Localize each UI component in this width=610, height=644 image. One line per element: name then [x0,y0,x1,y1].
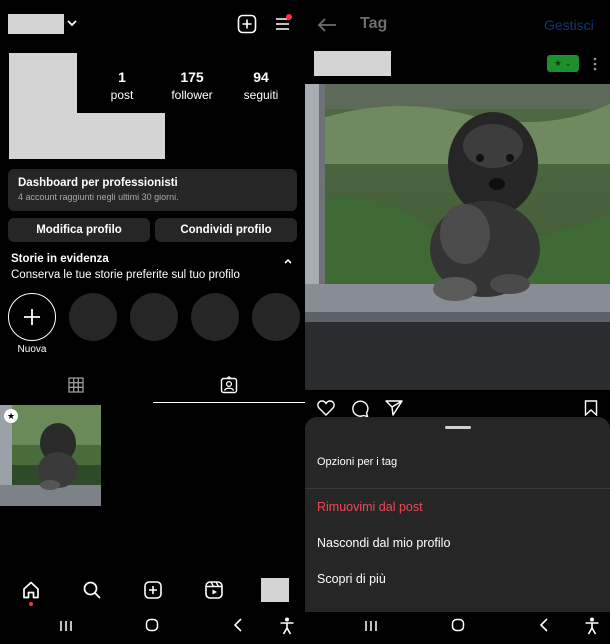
star-badge-icon: ★ [4,409,18,423]
new-highlight-button[interactable] [8,293,56,341]
sheet-divider [305,488,610,489]
search-icon[interactable] [82,580,102,605]
tagged-post-screen: Tag Gestisci ★ ⌄ Opzioni per i tag Rimuo… [305,0,610,644]
share-icon[interactable] [385,400,403,416]
hide-from-profile-option[interactable]: Nascondi dal mio profilo [317,536,450,550]
edit-profile-button[interactable]: Modifica profilo [8,218,150,242]
highlight-placeholder[interactable] [252,293,300,341]
page-title: Tag [360,15,388,32]
home-notification-dot [29,602,33,606]
recent-apps-icon[interactable] [364,619,378,633]
arrow-left-icon[interactable] [317,17,337,33]
share-profile-button[interactable]: Condividi profilo [155,218,297,242]
create-icon[interactable] [143,580,163,605]
recent-apps-icon[interactable] [59,619,73,633]
sheet-title: Opzioni per i tag [317,456,398,468]
profile-screen: 1 post 175 follower 94 seguiti Dashboard… [0,0,305,644]
tagged-tab-icon[interactable] [220,376,238,394]
highlight-placeholder[interactable] [130,293,178,341]
dog-photo [305,84,610,390]
star-icon: ★ ⌄ [553,58,573,68]
stat-posts-value[interactable]: 1 [87,69,157,85]
tag-options-sheet: Opzioni per i tag Rimuovimi dal post Nas… [305,417,610,612]
notification-dot [286,14,292,20]
dashboard-title: Dashboard per professionisti [18,177,178,189]
tagged-post-thumbnail[interactable]: ★ [0,405,101,506]
accessibility-icon[interactable] [279,617,295,635]
home-button-icon[interactable] [451,618,465,632]
stat-following-label[interactable]: seguiti [226,88,296,102]
chevron-down-icon[interactable] [66,17,78,29]
post-image[interactable] [305,84,610,390]
plus-icon [24,309,40,325]
highlights-subtitle: Conserva le tue storie preferite sul tuo… [11,269,240,281]
learn-more-option[interactable]: Scopri di più [317,572,386,586]
home-button-icon[interactable] [145,618,159,632]
profile-tab-avatar[interactable] [261,578,289,602]
dashboard-subtitle: 4 account raggiunti negli ultimi 30 gior… [18,192,179,202]
new-highlight-label: Nuova [17,344,47,355]
stat-following-value[interactable]: 94 [226,69,296,85]
accessibility-icon[interactable] [584,617,600,635]
stat-followers-value[interactable]: 175 [157,69,227,85]
stat-followers-label[interactable]: follower [157,88,227,102]
new-post-icon[interactable] [237,14,257,34]
avatar[interactable] [9,53,77,159]
bookmark-icon[interactable] [584,400,598,416]
stat-posts-label[interactable]: post [87,88,157,102]
active-tab-indicator [153,402,305,403]
remove-me-from-post-option[interactable]: Rimuovimi dal post [317,500,423,514]
grid-tab-icon[interactable] [68,377,84,393]
manage-button[interactable]: Gestisci [544,17,594,33]
heart-icon[interactable] [317,400,335,416]
comment-icon[interactable] [351,400,369,417]
professional-dashboard[interactable]: Dashboard per professionisti 4 account r… [8,169,297,211]
username-placeholder[interactable] [8,14,64,34]
favorites-badge[interactable]: ★ ⌄ [547,55,579,72]
back-button-icon[interactable] [231,618,245,632]
more-options-icon[interactable] [592,57,598,71]
highlight-placeholder[interactable] [69,293,117,341]
avatar-overlay-placeholder [77,113,165,159]
android-nav-bar [0,612,305,644]
reels-icon[interactable] [204,580,224,605]
highlights-title: Storie in evidenza [11,253,109,265]
back-button-icon[interactable] [537,618,551,632]
post-author-placeholder[interactable] [314,51,391,76]
highlight-placeholder[interactable] [191,293,239,341]
android-nav-bar [305,612,610,644]
sheet-handle[interactable] [445,426,471,429]
chevron-up-icon[interactable] [283,256,293,266]
